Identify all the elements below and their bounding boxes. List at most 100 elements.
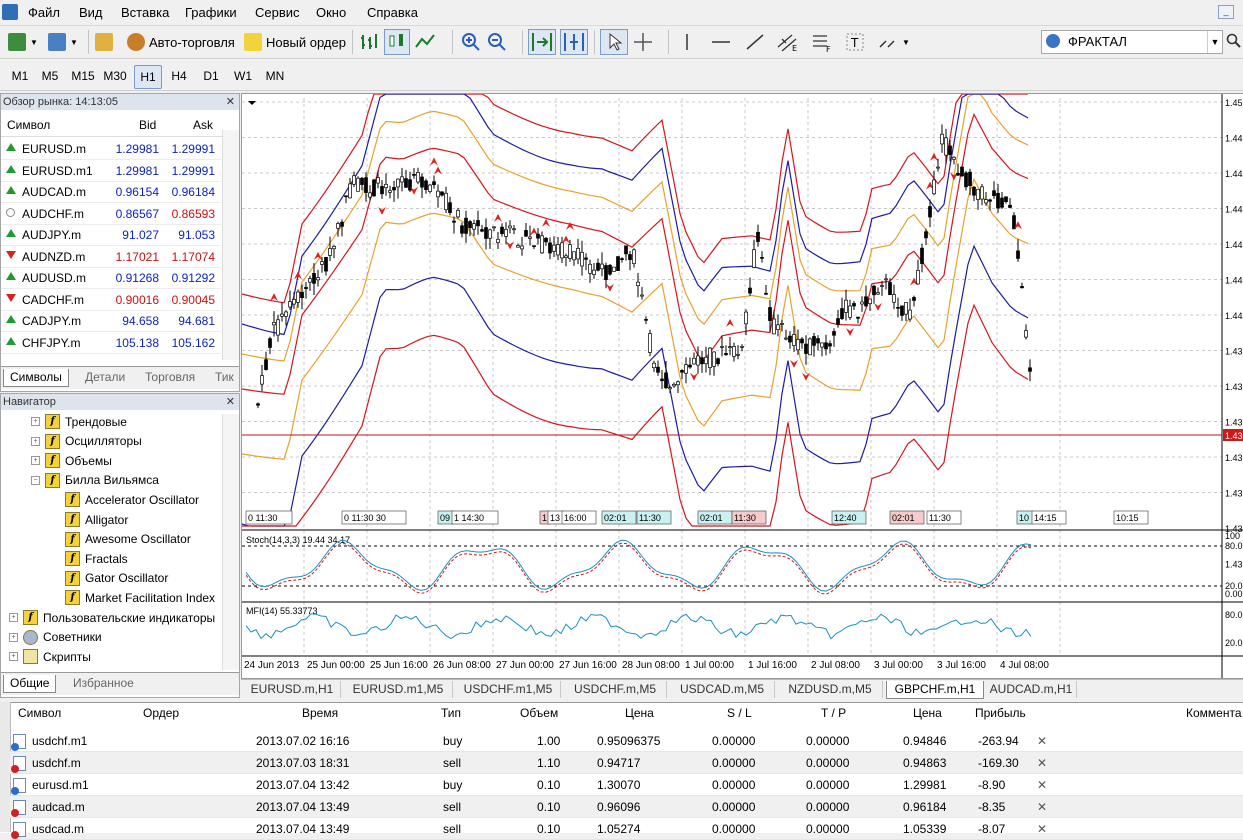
terminal-column-header[interactable]: Время [302, 706, 338, 720]
chart-tab[interactable]: AUDCAD.m,H1 [986, 681, 1077, 698]
terminal-column-header[interactable]: Ордер [143, 706, 179, 720]
menu-help[interactable]: Справка [367, 5, 418, 20]
zoom-in-icon[interactable] [460, 31, 482, 53]
navigator-item[interactable]: + Скрипты [9, 647, 91, 666]
terminal-column-header[interactable]: Цена [913, 706, 942, 720]
chart-tab[interactable]: USDCAD.m,M5 [670, 681, 775, 698]
terminal-column-header[interactable]: Цена [625, 706, 654, 720]
timeframe-m30[interactable]: M30 [102, 65, 128, 87]
search-input[interactable]: ФРАКТАЛ ▼ [1041, 30, 1223, 54]
timeframe-m1[interactable]: M1 [7, 65, 33, 87]
timeframe-h4[interactable]: H4 [166, 65, 192, 87]
menu-window[interactable]: Окно [316, 5, 346, 20]
navigator-item[interactable]: f Accelerator Oscillator [65, 490, 199, 509]
chevron-down-icon[interactable]: ▼ [1207, 31, 1222, 53]
chart-canvas[interactable]: 1.43 1.45 1.44 1.44 1.44 1.44 1.44 1.44 1.43 1.43… [241, 93, 1243, 678]
arrows-tool-icon[interactable] [876, 31, 898, 53]
terminal-row[interactable]: usdchf.m1 2013.07.02 16:16 buy 1.00 0.950963… [10, 730, 1243, 752]
close-order-icon[interactable]: ✕ [1037, 822, 1047, 836]
chart-tab[interactable]: NZDUSD.m,M5 [778, 681, 883, 698]
timeframe-m15[interactable]: M15 [70, 65, 96, 87]
navigator-item[interactable]: f Gator Oscillator [65, 569, 168, 588]
navigator-item[interactable]: f Fractals [65, 549, 128, 568]
column-ask[interactable]: Ask [193, 118, 213, 132]
expand-icon[interactable]: + [31, 436, 40, 446]
profiles-icon[interactable] [48, 33, 66, 51]
auto-trading-button[interactable]: Авто-торговля [127, 30, 235, 54]
navigator-scrollbar[interactable] [222, 414, 239, 670]
horizontal-line-icon[interactable] [710, 31, 732, 53]
close-icon[interactable]: ✕ [226, 394, 235, 410]
terminal-column-header[interactable]: S / L [727, 706, 752, 720]
terminal-column-header[interactable]: Прибыль [975, 706, 1026, 720]
chevron-down-icon[interactable]: ▼ [902, 38, 910, 47]
chart-tab[interactable]: EURUSD.m,H1 [244, 681, 341, 698]
expand-icon[interactable]: + [9, 613, 18, 622]
close-order-icon[interactable]: ✕ [1037, 800, 1047, 814]
terminal-row[interactable]: eurusd.m1 2013.07.04 13:42 buy 0.10 1.30070 0… [10, 774, 1243, 796]
expand-icon[interactable]: + [31, 456, 40, 466]
autoscroll-icon[interactable] [528, 29, 556, 55]
new-order-button[interactable]: Новый ордер [244, 30, 346, 54]
terminal-column-header[interactable]: T / P [821, 706, 846, 720]
close-order-icon[interactable]: ✕ [1037, 778, 1047, 792]
market-watch-row[interactable]: CADCHF.m 0.90016 0.90045 [1, 289, 221, 311]
market-watch-row[interactable]: AUDUSD.m 0.91268 0.91292 [1, 267, 221, 289]
line-chart-icon[interactable] [414, 31, 436, 53]
terminal-row[interactable]: audcad.m 2013.07.04 13:49 sell 0.10 0.96096 0… [10, 796, 1243, 818]
chart-tab[interactable]: USDCHF.m,M5 [564, 681, 667, 698]
close-icon[interactable]: ✕ [226, 94, 235, 110]
market-watch-row[interactable]: CHFJPY.m 105.138 105.162 [1, 332, 221, 354]
market-watch-row[interactable]: AUDCAD.m 0.96154 0.96184 [1, 181, 221, 203]
menu-view[interactable]: Вид [79, 5, 103, 20]
equidistant-channel-icon[interactable]: E [776, 31, 800, 53]
tab-favorites[interactable]: Избранное [67, 675, 140, 692]
bar-chart-icon[interactable] [358, 31, 380, 53]
price-chart[interactable]: 1.43 1.45 1.44 1.44 1.44 1.44 1.44 1.44 1.43 1.43… [241, 93, 1243, 679]
terminal-column-header[interactable]: Символ [18, 706, 61, 720]
timeframe-h1[interactable]: H1 [134, 65, 162, 89]
column-symbol[interactable]: Символ [7, 118, 50, 132]
chevron-down-icon[interactable]: ▼ [70, 38, 78, 47]
candle-chart-icon[interactable] [384, 29, 410, 55]
market-watch-row[interactable]: AUDCHF.m 0.86567 0.86593 [1, 203, 221, 225]
expand-icon[interactable]: + [9, 632, 18, 642]
tab-ticks[interactable]: Тик [209, 369, 240, 386]
market-watch-row[interactable]: EURUSD.m1 1.29981 1.29991 [1, 160, 221, 182]
fibonacci-icon[interactable]: F [810, 31, 834, 53]
menu-file[interactable]: Файл [28, 5, 60, 20]
menu-insert[interactable]: Вставка [121, 5, 169, 20]
market-watch-row[interactable]: AUDNZD.m 1.17021 1.17074 [1, 246, 221, 268]
navigator-item[interactable]: f Awesome Oscillator [65, 530, 191, 549]
market-watch-scrollbar[interactable] [222, 130, 239, 360]
expand-icon[interactable]: + [9, 652, 18, 662]
metaeditor-icon[interactable] [95, 33, 113, 51]
menu-charts[interactable]: Графики [185, 5, 237, 20]
minimize-icon[interactable]: _ [1218, 5, 1234, 19]
navigator-item[interactable]: − f Билла Вильямса [31, 471, 159, 490]
timeframe-mn[interactable]: MN [262, 65, 288, 87]
navigator-item[interactable]: + f Трендовые [31, 412, 127, 431]
tab-details[interactable]: Детали [79, 369, 131, 386]
market-watch-row[interactable]: AUDJPY.m 91.027 91.053 [1, 224, 221, 246]
timeframe-d1[interactable]: D1 [198, 65, 224, 87]
navigator-item[interactable]: + Советники [9, 628, 102, 647]
expand-icon[interactable]: + [31, 417, 40, 426]
column-bid[interactable]: Bid [139, 118, 156, 132]
cursor-icon[interactable] [600, 29, 628, 55]
chart-tab[interactable]: USDCHF.m1,M5 [456, 681, 561, 698]
search-button[interactable] [1225, 32, 1241, 50]
tab-symbols[interactable]: Символы [3, 369, 69, 387]
navigator-item[interactable]: + f Пользовательские индикаторы [9, 608, 215, 627]
navigator-item[interactable]: + f Осцилляторы [31, 432, 142, 451]
close-order-icon[interactable]: ✕ [1037, 756, 1047, 770]
crosshair-icon[interactable] [632, 31, 654, 53]
timeframe-m5[interactable]: M5 [37, 65, 63, 87]
text-tool-icon[interactable]: T [844, 31, 866, 53]
navigator-item[interactable]: f Alligator [65, 510, 128, 529]
navigator-item[interactable]: f Market Facilitation Index [65, 588, 215, 607]
new-chart-icon[interactable] [8, 33, 26, 51]
chart-tab[interactable]: GBPCHF.m,H1 [886, 681, 984, 699]
terminal-row[interactable]: usdchf.m 2013.07.03 18:31 sell 1.10 0.94717 0… [10, 752, 1243, 774]
terminal-column-header[interactable]: Объем [520, 706, 558, 720]
